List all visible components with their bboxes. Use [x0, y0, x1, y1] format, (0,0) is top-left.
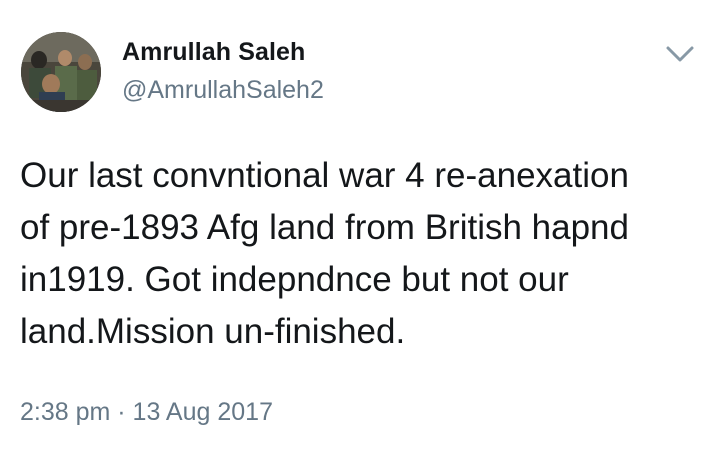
tweet-menu-button[interactable]: [660, 40, 700, 68]
author-name[interactable]: Amrullah Saleh: [122, 38, 305, 67]
avatar[interactable]: [21, 32, 101, 112]
tweet-card: Amrullah Saleh @AmrullahSaleh2 Our last …: [0, 0, 720, 457]
tweet-timestamp[interactable]: 2:38 pm · 13 Aug 2017: [20, 398, 273, 427]
chevron-down-icon: [666, 46, 694, 62]
tweet-text: Our last convntional war 4 re-anexation …: [20, 156, 629, 351]
author-handle[interactable]: @AmrullahSaleh2: [122, 76, 324, 105]
profile-photo-icon: [21, 32, 101, 112]
